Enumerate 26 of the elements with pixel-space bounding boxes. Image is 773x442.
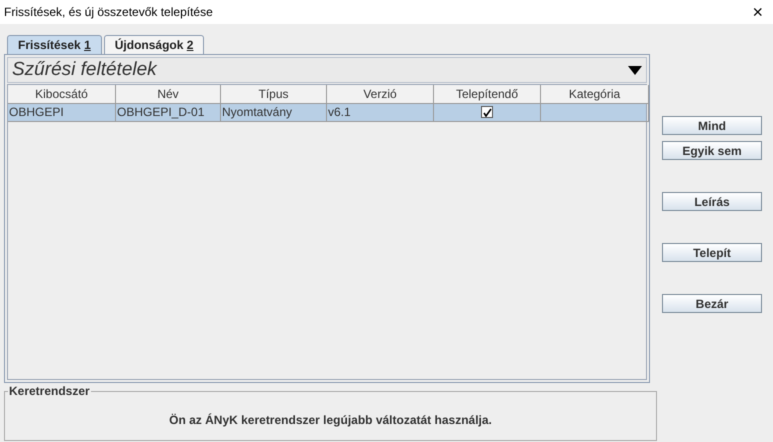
column-header[interactable]: Kibocsátó: [8, 85, 116, 104]
column-header[interactable]: Telepítendő: [434, 85, 541, 104]
status-message: Ön az ÁNyK keretrendszer legújabb változatát használja.: [169, 412, 492, 429]
action-button[interactable]: Bezár: [662, 294, 762, 313]
table-cell: OBHGEPI: [8, 103, 116, 122]
action-button[interactable]: Egyik sem: [662, 141, 762, 160]
dropdown-icon[interactable]: [628, 66, 642, 74]
table-cell: v6.1: [327, 103, 434, 122]
tab[interactable]: Újdonságok 2: [104, 35, 204, 54]
table-row[interactable]: OBHGEPI OBHGEPI_D-01 Nyomtatvány v6.1: [8, 103, 646, 121]
column-header[interactable]: Típus: [221, 85, 327, 104]
table-cell: OBHGEPI_D-01: [116, 103, 221, 122]
action-button[interactable]: Leírás: [662, 192, 762, 211]
action-button[interactable]: Telepít: [662, 243, 762, 262]
checkbox[interactable]: [481, 106, 493, 118]
close-button[interactable]: ×: [752, 3, 763, 21]
table-cell: Nyomtatvány: [221, 103, 327, 122]
action-button[interactable]: Mind: [662, 116, 762, 135]
tab[interactable]: Frissítések 1: [7, 35, 102, 54]
filter-title: Szűrési feltételek: [12, 58, 157, 82]
column-header[interactable]: Verzió: [327, 85, 434, 104]
window-title: Frissítések, és új összetevők telepítése: [4, 4, 213, 21]
column-header[interactable]: Kategória: [541, 85, 649, 104]
column-header[interactable]: Név: [116, 85, 221, 104]
group-title: Keretrendszer: [8, 384, 91, 398]
filter-bar[interactable]: Szűrési feltételek: [7, 57, 647, 83]
